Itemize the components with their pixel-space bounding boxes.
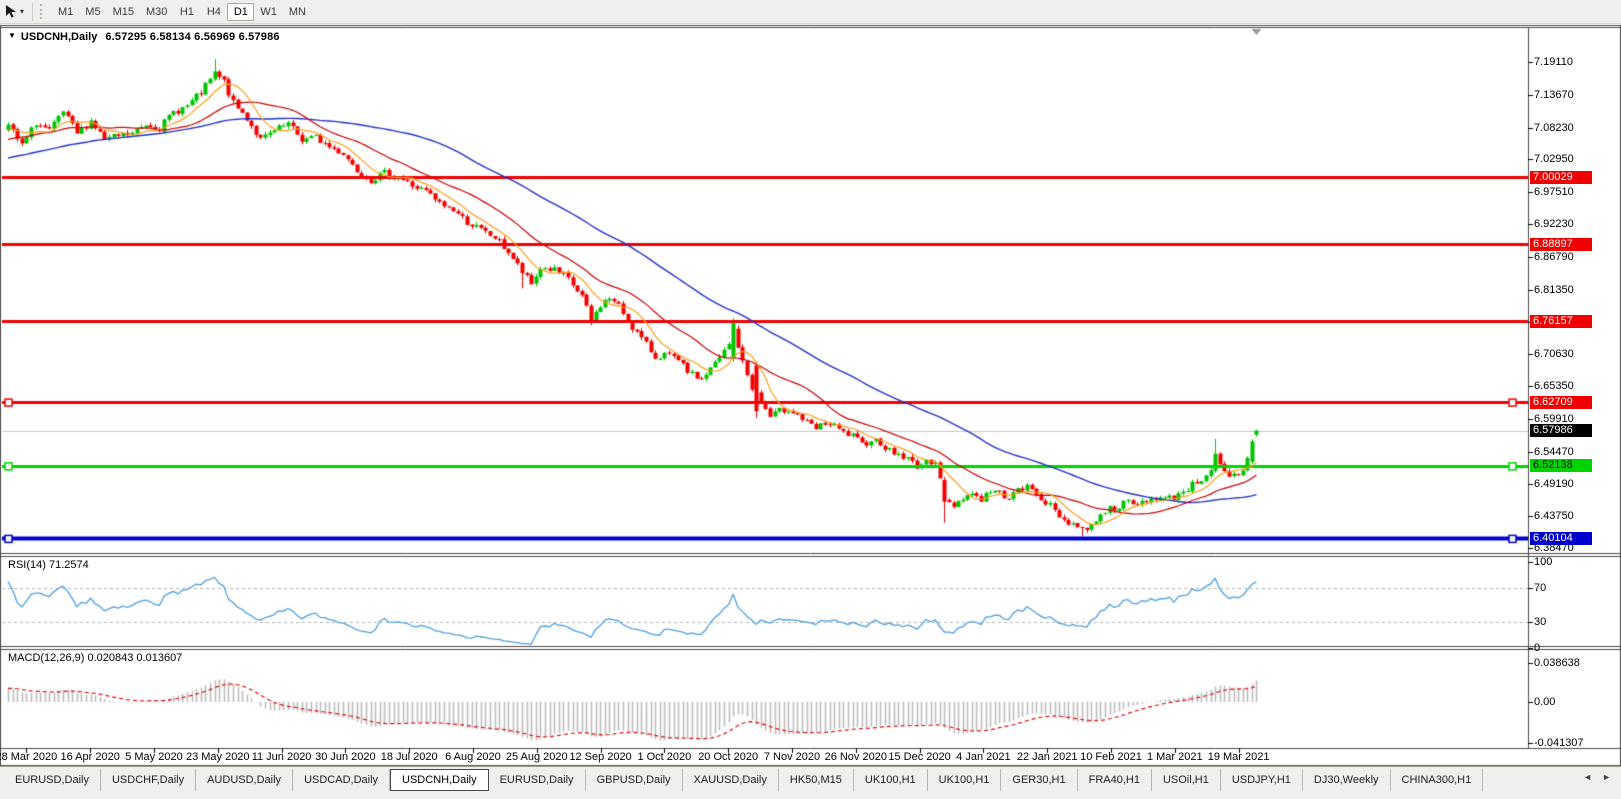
current-price-label: 6.57986 — [1530, 424, 1592, 437]
price-axis-tick: 6.43750 — [1534, 510, 1574, 522]
timeframe-buttons: M1M5M15M30H1H4D1W1MN — [52, 0, 312, 24]
date-axis-label: 6 Aug 2020 — [445, 751, 501, 763]
chart-tab-usoil-13[interactable]: USOil,H1 — [1152, 769, 1221, 791]
line-price-label: 6.52138 — [1530, 459, 1592, 472]
price-axis-tick: 6.92230 — [1534, 218, 1574, 230]
macd-axis-tick: 0.00 — [1534, 696, 1555, 708]
mt4-terminal: ▾ M1M5M15M30H1H4D1W1MN ▼ USDCNH,Daily 6.57… — [0, 0, 1621, 799]
top-toolbar: ▾ M1M5M15M30H1H4D1W1MN — [0, 0, 1621, 24]
toolbar-grip[interactable] — [40, 4, 44, 19]
timeframe-button-d1[interactable]: D1 — [227, 3, 254, 21]
date-axis-label: 1 Oct 2020 — [637, 751, 691, 763]
line-price-label: 6.76157 — [1530, 315, 1592, 328]
price-axis-tick: 6.86790 — [1534, 251, 1574, 263]
chart-tab-eurusd-5[interactable]: EURUSD,Daily — [489, 769, 586, 791]
tab-scroll-right-icon[interactable]: ► — [1602, 772, 1611, 782]
timeframe-button-m1[interactable]: M1 — [52, 3, 79, 21]
chart-tab-fra40-12[interactable]: FRA40,H1 — [1078, 769, 1152, 791]
macd-label: MACD(12,26,9) 0.020843 0.013607 — [8, 652, 182, 664]
macd-axis-tick: -0.041307 — [1534, 737, 1584, 749]
timeframe-button-h1[interactable]: H1 — [173, 3, 200, 21]
date-axis-label: 18 Jul 2020 — [381, 751, 438, 763]
macd-values: 0.020843 0.013607 — [87, 652, 182, 664]
tab-scroll-left-icon[interactable]: ◄ — [1583, 772, 1592, 782]
cursor-tool-button[interactable]: ▾ — [0, 1, 29, 23]
date-axis-label: 15 Dec 2020 — [888, 751, 950, 763]
line-price-label: 7.00029 — [1530, 171, 1592, 184]
timeframe-button-m5[interactable]: M5 — [79, 3, 106, 21]
rsi-axis-tick: 100 — [1534, 556, 1552, 568]
date-axis-label: 4 Jan 2021 — [956, 751, 1010, 763]
chart-tab-xauusd-7[interactable]: XAUUSD,Daily — [683, 769, 779, 791]
chart-tab-china300-16[interactable]: CHINA300,H1 — [1391, 769, 1484, 791]
price-axis-tick: 6.97510 — [1534, 186, 1574, 198]
date-axis-label: 20 Oct 2020 — [698, 751, 758, 763]
chart-tab-hk50-8[interactable]: HK50,M15 — [779, 769, 854, 791]
chart-canvas[interactable] — [0, 0, 1621, 799]
timeframe-button-m15[interactable]: M15 — [107, 3, 140, 21]
price-axis-tick: 6.70630 — [1534, 348, 1574, 360]
rsi-label: RSI(14) 71.2574 — [8, 559, 89, 571]
timeframe-button-m30[interactable]: M30 — [140, 3, 173, 21]
date-axis-label: 12 Sep 2020 — [569, 751, 631, 763]
chart-tab-eurusd-0[interactable]: EURUSD,Daily — [4, 769, 101, 791]
rsi-name: RSI(14) — [8, 559, 46, 571]
date-axis-label: 25 Aug 2020 — [506, 751, 568, 763]
timeframe-button-w1[interactable]: W1 — [254, 3, 283, 21]
date-axis-label: 30 Jun 2020 — [315, 751, 376, 763]
chart-tab-usdcnh-4[interactable]: USDCNH,Daily — [390, 769, 489, 791]
macd-name: MACD(12,26,9) — [8, 652, 84, 664]
date-axis-label: 1 Mar 2021 — [1147, 751, 1203, 763]
price-axis-tick: 6.54470 — [1534, 446, 1574, 458]
timeframe-button-h4[interactable]: H4 — [200, 3, 227, 21]
chart-tab-uk100-9[interactable]: UK100,H1 — [854, 769, 928, 791]
chart-tab-uk100-10[interactable]: UK100,H1 — [928, 769, 1002, 791]
chart-symbol-period: USDCNH,Daily — [21, 31, 97, 43]
chart-ohlc-values: 6.57295 6.58134 6.56969 6.57986 — [105, 31, 279, 43]
chart-tab-usdjpy-14[interactable]: USDJPY,H1 — [1221, 769, 1303, 791]
price-axis-tick: 6.65350 — [1534, 380, 1574, 392]
rsi-axis-tick: 0 — [1534, 642, 1540, 654]
tab-scroll-buttons: ◄ ► — [1573, 767, 1621, 782]
cursor-icon — [4, 4, 17, 19]
window-menu-icon[interactable]: ▼ — [8, 31, 16, 40]
date-axis-label: 28 Mar 2020 — [0, 751, 57, 763]
price-axis-tick: 7.08230 — [1534, 122, 1574, 134]
timeframe-button-mn[interactable]: MN — [283, 3, 312, 21]
dropdown-caret-icon: ▾ — [20, 8, 24, 16]
date-axis-label: 7 Nov 2020 — [764, 751, 820, 763]
price-axis-tick: 7.13670 — [1534, 89, 1574, 101]
price-axis-tick: 7.02950 — [1534, 153, 1574, 165]
date-axis-label: 26 Nov 2020 — [825, 751, 887, 763]
chart-tab-usdcad-3[interactable]: USDCAD,Daily — [293, 769, 390, 791]
date-axis-label: 19 Mar 2021 — [1208, 751, 1270, 763]
date-axis-label: 16 Apr 2020 — [60, 751, 119, 763]
date-axis-label: 11 Jun 2020 — [252, 751, 312, 763]
price-axis-tick: 6.81350 — [1534, 284, 1574, 296]
rsi-value: 71.2574 — [49, 559, 89, 571]
chart-tab-audusd-2[interactable]: AUDUSD,Daily — [196, 769, 293, 791]
rsi-axis-tick: 30 — [1534, 616, 1546, 628]
price-axis-tick: 6.49190 — [1534, 478, 1574, 490]
line-price-label: 6.88897 — [1530, 238, 1592, 251]
chart-tab-usdchf-1[interactable]: USDCHF,Daily — [101, 769, 196, 791]
macd-axis-tick: 0.038638 — [1534, 657, 1580, 669]
price-axis-tick: 7.19110 — [1534, 56, 1573, 68]
chart-tab-ger30-11[interactable]: GER30,H1 — [1001, 769, 1077, 791]
chart-tab-dj30-15[interactable]: DJ30,Weekly — [1303, 769, 1391, 791]
toolbar-separator — [32, 3, 33, 21]
date-axis-label: 5 May 2020 — [125, 751, 182, 763]
chart-tab-gbpusd-6[interactable]: GBPUSD,Daily — [586, 769, 683, 791]
chart-tabs-bar: EURUSD,DailyUSDCHF,DailyAUDUSD,DailyUSDC… — [0, 766, 1621, 799]
chart-tabs: EURUSD,DailyUSDCHF,DailyAUDUSD,DailyUSDC… — [0, 767, 1573, 791]
rsi-axis-tick: 70 — [1534, 582, 1546, 594]
date-axis-label: 22 Jan 2021 — [1017, 751, 1078, 763]
date-axis-label: 23 May 2020 — [186, 751, 250, 763]
date-axis-label: 10 Feb 2021 — [1080, 751, 1142, 763]
line-price-label: 6.62709 — [1530, 396, 1592, 409]
chart-title: ▼ USDCNH,Daily 6.57295 6.58134 6.56969 6.5… — [8, 31, 280, 43]
line-price-label: 6.40104 — [1530, 532, 1592, 545]
